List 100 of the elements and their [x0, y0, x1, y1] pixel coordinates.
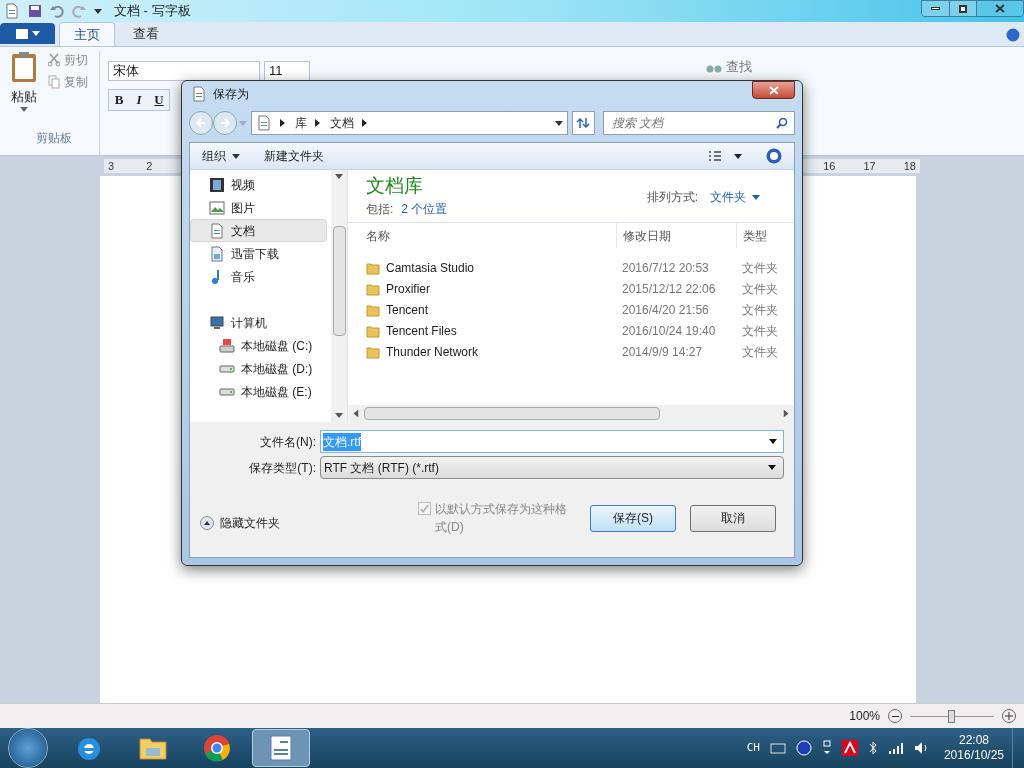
nav-item[interactable]: 本地磁盘 (C:) — [190, 334, 327, 357]
chevron-icon — [280, 119, 285, 127]
chevron-icon — [315, 119, 320, 127]
close-button[interactable] — [752, 81, 795, 99]
checkmark-icon — [420, 504, 429, 513]
format-button[interactable]: U — [149, 90, 169, 110]
nav-item[interactable]: 计算机 — [190, 311, 327, 334]
file-type: 文件夹 — [741, 343, 779, 361]
clock[interactable]: 22:08 2016/10/25 — [943, 733, 1004, 763]
default-format-label: 以默认方式保存为这种格式(D) — [435, 501, 568, 536]
minimize-button[interactable] — [922, 1, 949, 16]
file-row[interactable]: Camtasia Studio 2016/7/12 20:53 文件夹 — [348, 257, 794, 278]
nav-item[interactable]: 迅雷下载 — [190, 242, 327, 265]
app-menu-button[interactable] — [0, 23, 55, 44]
file-row[interactable]: Tencent 2016/4/20 21:56 文件夹 — [348, 299, 794, 320]
document-icon — [209, 245, 225, 262]
breadcrumb-item[interactable]: 文档 — [330, 114, 354, 132]
chevron-up-icon — [200, 516, 214, 530]
start-button[interactable] — [8, 728, 48, 768]
file-name: Camtasia Studio — [386, 259, 475, 277]
zoom-in-button[interactable] — [1002, 709, 1016, 723]
nav-label: 文档 — [231, 222, 255, 240]
restore-button[interactable] — [949, 1, 976, 16]
nav-item[interactable]: 本地磁盘 (E:) — [190, 380, 327, 403]
file-date: 2016/10/24 19:40 — [621, 322, 717, 340]
save-button[interactable]: 保存(S) — [590, 504, 676, 532]
format-button[interactable]: I — [129, 90, 149, 110]
paste-button[interactable]: 粘贴 — [8, 51, 40, 129]
antivirus-icon[interactable] — [841, 740, 858, 756]
font-family-field[interactable]: 宋体 — [108, 61, 260, 81]
file-name: Tencent — [386, 301, 429, 319]
ribbon-tab[interactable]: 主页 — [59, 22, 115, 46]
drive-icon — [219, 337, 235, 354]
nav-item[interactable]: 音乐 — [190, 265, 327, 288]
cut-button[interactable]: 剪切 — [48, 51, 88, 69]
nav-item[interactable]: 图片 — [190, 196, 327, 219]
file-type-dropdown[interactable]: RTF 文档 (RTF) (*.rtf) — [320, 456, 784, 479]
organize-button[interactable]: 组织 — [202, 147, 240, 165]
caret-icon — [353, 409, 359, 418]
caret-icon — [554, 120, 563, 126]
file-row[interactable]: Thunder Network 2014/9/9 14:27 文件夹 — [348, 341, 794, 362]
scrollbar[interactable] — [331, 170, 347, 422]
document-icon — [209, 222, 225, 239]
nav-item[interactable]: 文档 — [190, 219, 327, 242]
nav-label: 本地磁盘 (E:) — [241, 383, 312, 401]
bluetooth-icon[interactable] — [867, 740, 878, 756]
close-icon — [995, 4, 1005, 13]
font-size-field[interactable]: 11 — [264, 61, 310, 81]
undo-icon[interactable] — [50, 4, 64, 18]
caret-icon — [20, 106, 28, 112]
clock-date: 2016/10/25 — [943, 748, 1004, 763]
input-method-label[interactable]: CH — [746, 739, 760, 757]
refresh-button[interactable] — [571, 111, 596, 135]
signal-icon[interactable] — [887, 742, 904, 754]
list-view-icon — [708, 150, 722, 162]
nav-item[interactable]: 本地磁盘 (D:) — [190, 357, 327, 380]
filename-label: 文件名(N): — [259, 433, 316, 451]
nav-item[interactable]: 视频 — [190, 173, 327, 196]
keyboard-icon[interactable] — [769, 742, 786, 754]
column-header[interactable]: 名称 — [348, 223, 616, 248]
file-type: 文件夹 — [741, 322, 779, 340]
sort-dropdown[interactable]: 文件夹 — [710, 188, 760, 206]
nav-label: 视频 — [231, 176, 255, 194]
zoom-slider[interactable] — [910, 709, 994, 723]
zoom-label: 100% — [849, 708, 880, 725]
find-button[interactable]: 查找 — [706, 57, 752, 77]
save-icon[interactable] — [28, 4, 42, 18]
file-date: 2014/9/9 14:27 — [621, 343, 704, 361]
view-options-button[interactable] — [708, 150, 742, 162]
group-label: 剪贴板 — [34, 130, 73, 147]
sort-label: 排列方式: — [646, 189, 698, 206]
horizontal-scrollbar[interactable] — [348, 405, 794, 422]
window-title: 文档 - 写字板 — [114, 2, 191, 21]
clipboard-icon — [10, 51, 38, 83]
cancel-button[interactable]: 取消 — [690, 504, 776, 532]
hide-folders-button[interactable]: 隐藏文件夹 — [200, 514, 280, 532]
new-folder-button[interactable]: 新建文件夹 — [264, 147, 324, 165]
caret-icon — [752, 194, 760, 200]
column-header[interactable]: 类型 — [736, 223, 794, 248]
breadcrumb-item[interactable]: 库 — [295, 114, 307, 132]
locations-link[interactable]: 2 个位置 — [401, 200, 448, 218]
zoom-slider-thumb[interactable] — [948, 709, 955, 723]
address-bar[interactable]: 库 文档 — [251, 111, 568, 135]
close-button[interactable] — [976, 1, 1023, 16]
drive-icon — [219, 364, 235, 373]
browser-circle-icon — [201, 732, 233, 764]
search-field[interactable]: 搜索 文档 — [603, 111, 795, 135]
taskbar-app[interactable] — [252, 729, 310, 767]
computer-icon — [209, 314, 225, 331]
copy-button[interactable]: 复制 — [48, 73, 88, 91]
column-header[interactable]: 修改日期 — [616, 223, 736, 248]
speaker-icon[interactable] — [913, 741, 930, 755]
ribbon-tab[interactable]: 查看 — [119, 22, 173, 46]
format-button[interactable]: B — [109, 90, 129, 110]
chevron-icon — [362, 119, 367, 127]
nav-label: 本地磁盘 (D:) — [241, 360, 313, 378]
dialog-title: 保存为 — [213, 86, 249, 103]
file-row[interactable]: Tencent Files 2016/10/24 19:40 文件夹 — [348, 320, 794, 341]
file-row[interactable]: Proxifier 2015/12/12 22:06 文件夹 — [348, 278, 794, 299]
folder-icon — [366, 344, 380, 359]
